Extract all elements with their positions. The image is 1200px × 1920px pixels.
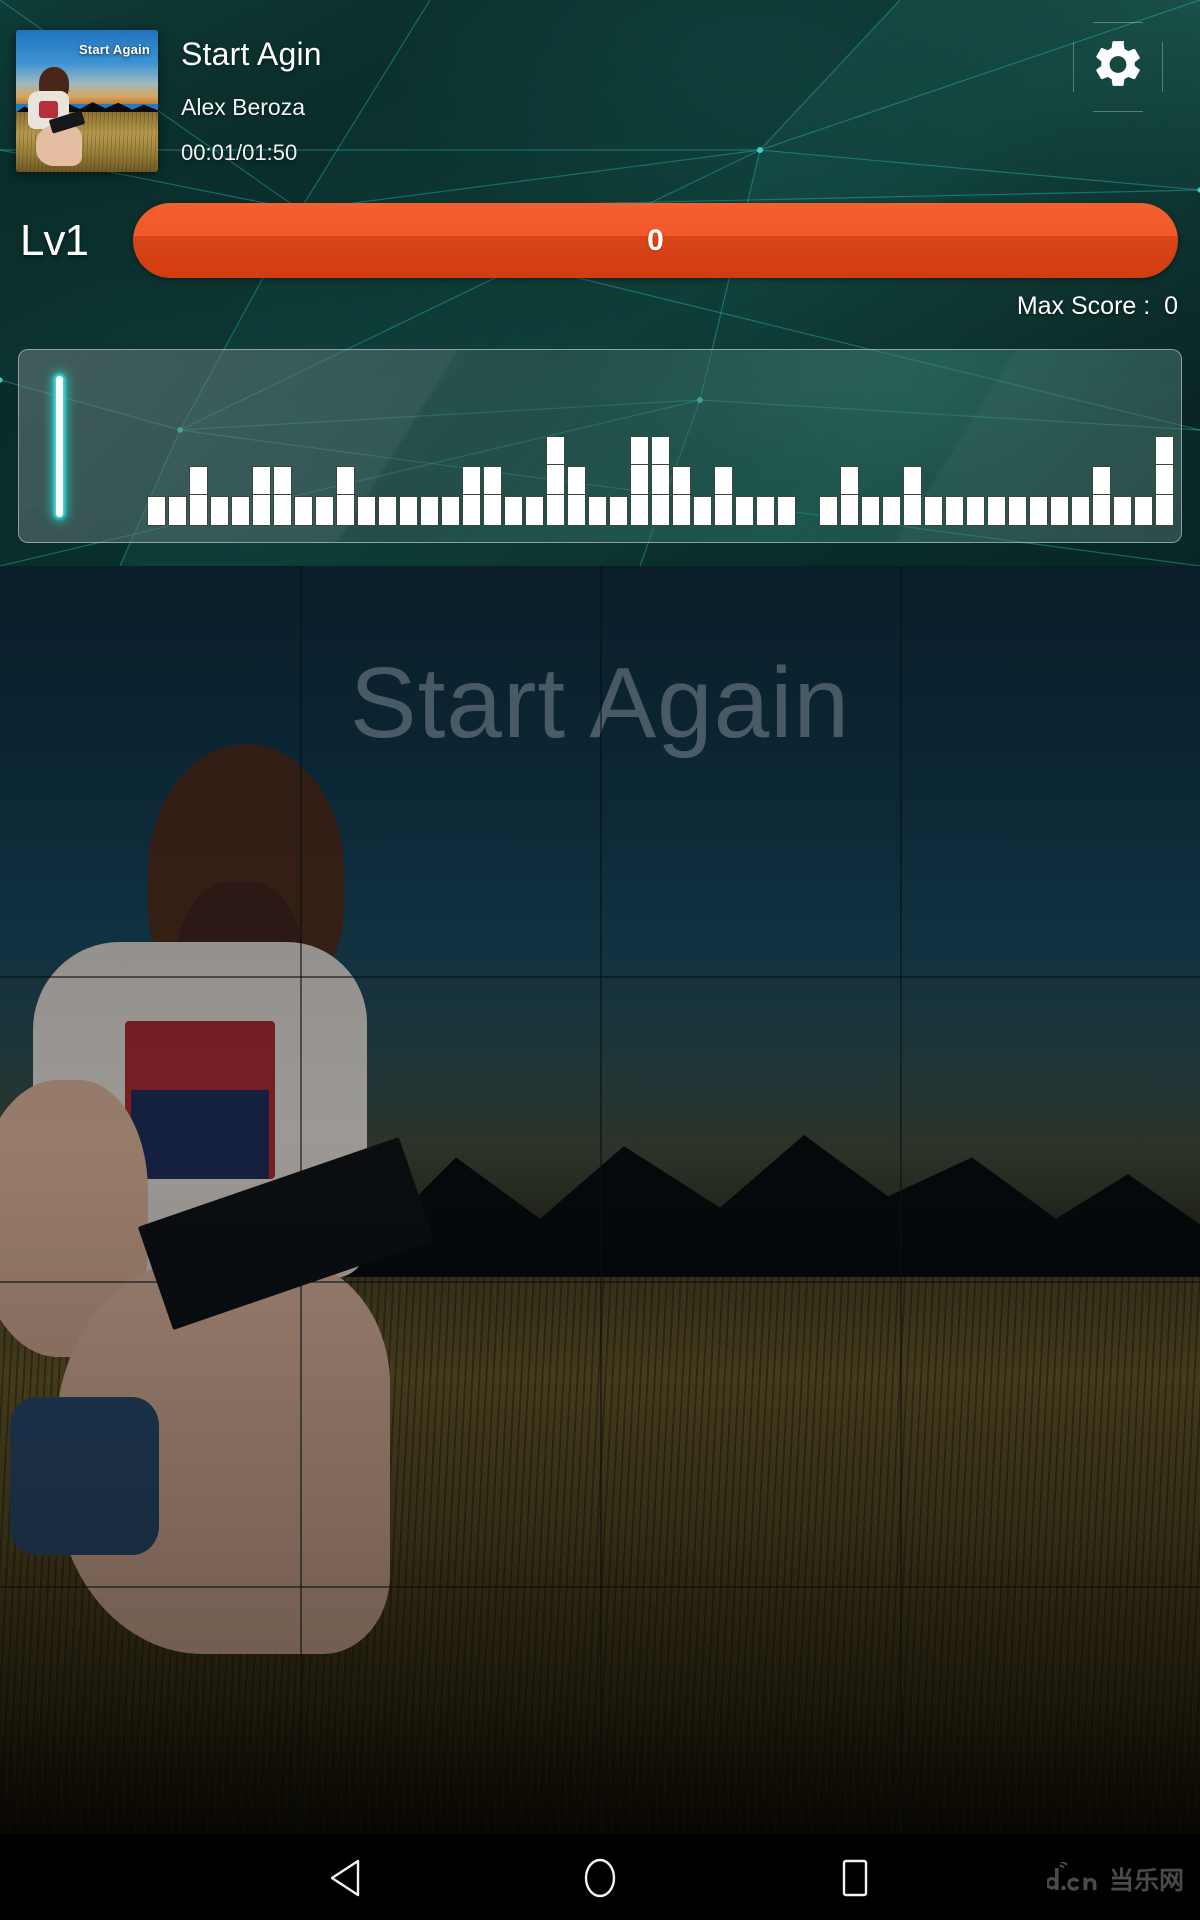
- grid-line-vertical: [900, 566, 902, 1835]
- puzzle-grid-lines: [0, 566, 1200, 1835]
- waveform-bar: [693, 496, 712, 526]
- waveform-bar: [1071, 496, 1090, 526]
- track-artist: Alex Beroza: [181, 94, 306, 120]
- waveform-bar: [378, 496, 397, 526]
- back-triangle-icon: [330, 1859, 360, 1896]
- album-art-figure: [22, 66, 87, 167]
- max-score-value: 0: [1164, 292, 1178, 320]
- waveform-bar: [714, 466, 733, 526]
- waveform-bar: [231, 496, 250, 526]
- waveform-bar: [483, 466, 502, 526]
- dcn-watermark-cjk: 当乐网: [1108, 1866, 1184, 1895]
- nav-home-button[interactable]: [540, 1835, 660, 1920]
- level-label: Lv1: [20, 216, 89, 265]
- waveform-bar: [1050, 496, 1069, 526]
- waveform-bar: [525, 496, 544, 526]
- waveform-bar: [966, 496, 985, 526]
- waveform-bar: [1134, 496, 1153, 526]
- waveform-bar: [1113, 496, 1132, 526]
- waveform-bar: [273, 466, 292, 526]
- waveform-bar: [399, 496, 418, 526]
- waveform-bars: [19, 396, 1181, 526]
- album-art-thumbnail[interactable]: Start Again: [16, 30, 158, 172]
- grid-line-vertical: [600, 566, 602, 1835]
- grid-line-horizontal: [0, 976, 1200, 978]
- track-title: Start Agin: [181, 36, 322, 72]
- waveform-bar: [168, 496, 187, 526]
- waveform-bar: [924, 496, 943, 526]
- track-time-elapsed-total: 00:01/01:50: [181, 140, 298, 165]
- dcn-watermark: 当乐网: [1046, 1859, 1184, 1899]
- waveform-bar: [315, 496, 334, 526]
- grid-line-horizontal: [0, 1586, 1200, 1588]
- waveform-bar: [1008, 496, 1027, 526]
- waveform-bar: [735, 496, 754, 526]
- waveform-bar: [840, 466, 859, 526]
- waveform-bar: [1092, 466, 1111, 526]
- waveform-bar: [588, 496, 607, 526]
- score-progress-bar[interactable]: 0: [133, 203, 1178, 278]
- max-score-label: Max Score :: [1016, 292, 1151, 320]
- waveform-bar: [441, 496, 460, 526]
- waveform-bar: [189, 466, 208, 526]
- grid-line-vertical: [300, 566, 302, 1835]
- header-panel: Start Again Start Agin Alex Beroza 00:01…: [0, 0, 1200, 566]
- dcn-watermark-latin-icon: [1046, 1862, 1097, 1891]
- app-screen: Start Again Start Agin Alex Beroza 00:01…: [0, 0, 1200, 1920]
- current-score-value: 0: [647, 223, 664, 257]
- waveform-bar: [1029, 496, 1048, 526]
- game-board-photo-area[interactable]: Start Again: [0, 566, 1200, 1835]
- waveform-bar: [420, 496, 439, 526]
- waveform-bar: [987, 496, 1006, 526]
- waveform-bar: [777, 496, 796, 526]
- recents-square-icon: [842, 1859, 868, 1896]
- waveform-bar: [945, 496, 964, 526]
- waveform-bar: [609, 496, 628, 526]
- gear-icon: [1090, 37, 1146, 98]
- waveform-bar: [756, 496, 775, 526]
- waveform-bar: [252, 466, 271, 526]
- nav-recents-button[interactable]: [795, 1835, 915, 1920]
- waveform-bar: [567, 466, 586, 526]
- nav-back-button[interactable]: [285, 1835, 405, 1920]
- waveform-bar: [630, 436, 649, 526]
- settings-button[interactable]: [1073, 22, 1163, 112]
- album-art-caption: Start Again: [78, 42, 150, 57]
- waveform-bar: [1155, 436, 1174, 526]
- waveform-bar: [357, 496, 376, 526]
- grid-line-horizontal: [0, 1281, 1200, 1283]
- waveform-bar: [210, 496, 229, 526]
- waveform-bar: [462, 466, 481, 526]
- waveform-bar: [861, 496, 880, 526]
- waveform-bar: [651, 436, 670, 526]
- waveform-bar: [336, 466, 355, 526]
- waveform-bar: [546, 436, 565, 526]
- waveform-bar: [672, 466, 691, 526]
- home-circle-icon: [584, 1858, 616, 1897]
- waveform-bar: [147, 496, 166, 526]
- waveform-track-panel[interactable]: [18, 349, 1182, 543]
- max-score-readout: Max Score : 0: [1017, 292, 1178, 321]
- waveform-bar: [504, 496, 523, 526]
- android-navigation-bar: 当乐网: [0, 1835, 1200, 1920]
- waveform-bar: [819, 496, 838, 526]
- waveform-bar: [294, 496, 313, 526]
- waveform-bar: [903, 466, 922, 526]
- waveform-bar: [882, 496, 901, 526]
